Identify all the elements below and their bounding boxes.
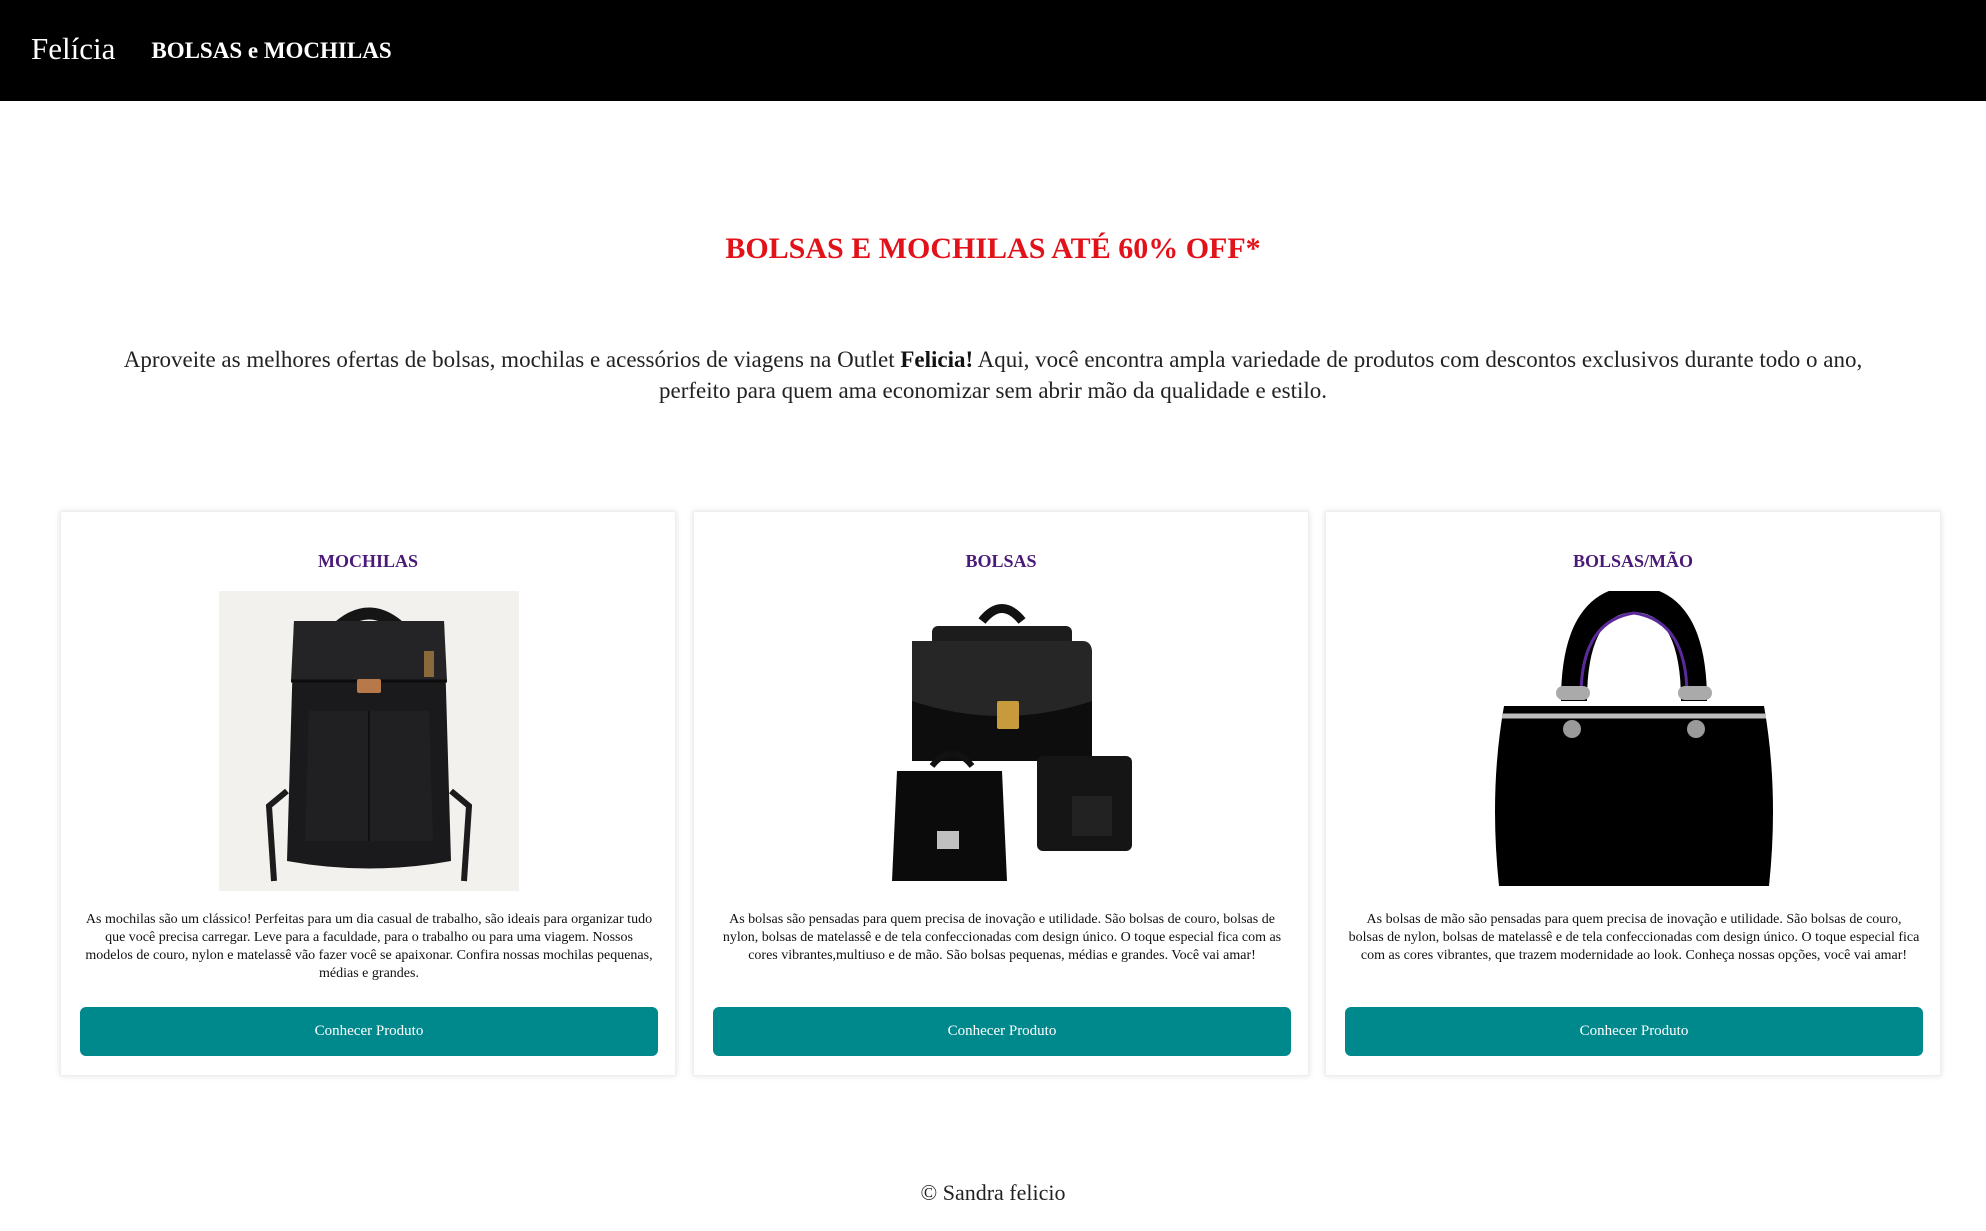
conhecer-produto-button[interactable]: Conhecer Produto <box>713 1007 1291 1056</box>
intro-text-start: Aproveite as melhores ofertas de bolsas,… <box>123 347 901 372</box>
intro-brand: Felicia! <box>900 347 974 372</box>
card-description: As bolsas de mão são pensadas para quem … <box>1348 912 1920 963</box>
briefcase-image <box>892 604 1132 881</box>
promo-title: BOLSAS E MOCHILAS ATÉ 60% OFF* <box>725 232 1261 265</box>
nav-link-bolsas-mochilas[interactable]: BOLSAS e MOCHILAS <box>151 38 391 64</box>
card-bolsas-mao: BOLSAS/MÃO As bolsas de mão são pensadas… <box>1325 511 1941 1076</box>
brand-logo[interactable]: Felícia <box>31 31 115 67</box>
card-description: As bolsas são pensadas para quem precisa… <box>722 912 1282 963</box>
product-cards: MOCHILAS As mochilas são um clássico! Pe… <box>60 511 1942 1076</box>
card-title: MOCHILAS <box>317 551 418 571</box>
card-description: As mochilas são um clássico! Perfeitas p… <box>85 912 653 981</box>
card-title: BOLSAS <box>965 551 1037 571</box>
card-title: BOLSAS/MÃO <box>1572 551 1694 571</box>
footer-copyright: © Sandra felicio <box>920 1180 1066 1205</box>
handbag-image <box>1495 591 1773 886</box>
top-navbar: Felícia BOLSAS e MOCHILAS <box>0 0 1986 101</box>
card-bolsas: BOLSAS As bolsas são pensadas para quem … <box>693 511 1309 1076</box>
conhecer-produto-button[interactable]: Conhecer Produto <box>1345 1007 1923 1056</box>
card-mochilas: MOCHILAS As mochilas são um clássico! Pe… <box>60 511 676 1076</box>
backpack-image <box>219 591 519 891</box>
conhecer-produto-button[interactable]: Conhecer Produto <box>80 1007 658 1056</box>
intro-paragraph: Aproveite as melhores ofertas de bolsas,… <box>120 344 1866 406</box>
